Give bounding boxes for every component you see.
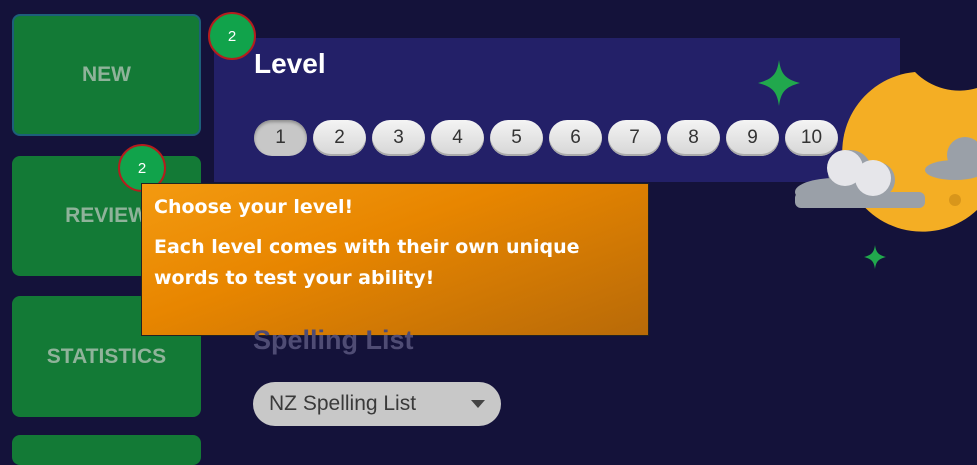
sidebar-item-label: NEW bbox=[82, 63, 131, 86]
level-button-8[interactable]: 8 bbox=[667, 120, 720, 156]
chevron-down-icon bbox=[471, 400, 485, 408]
select-value: NZ Spelling List bbox=[269, 392, 417, 415]
level-title: Level bbox=[254, 48, 326, 79]
level-button-9[interactable]: 9 bbox=[726, 120, 779, 156]
moon-cloud-illustration bbox=[795, 72, 977, 232]
level-button-5[interactable]: 5 bbox=[490, 120, 543, 156]
spelling-list-title: Spelling List bbox=[253, 325, 414, 355]
level-button-4[interactable]: 4 bbox=[431, 120, 484, 156]
level-button-3[interactable]: 3 bbox=[372, 120, 425, 156]
step-badge: 2 bbox=[208, 12, 256, 60]
level-button-2[interactable]: 2 bbox=[313, 120, 366, 156]
sidebar-item-label: REVIEW bbox=[65, 204, 148, 227]
sparkle-icon bbox=[758, 60, 800, 106]
tooltip-body: Each level comes with their own unique w… bbox=[154, 236, 580, 289]
sparkle-icon bbox=[864, 245, 886, 269]
sidebar-item-label: STATISTICS bbox=[46, 344, 167, 368]
level-button-6[interactable]: 6 bbox=[549, 120, 602, 156]
tooltip-heading: Choose your level! bbox=[154, 196, 354, 218]
sidebar-item-partial[interactable] bbox=[12, 435, 201, 465]
tutorial-tooltip: Choose your level! Each level comes with… bbox=[141, 183, 649, 336]
level-button-1[interactable]: 1 bbox=[254, 120, 307, 156]
level-button-7[interactable]: 7 bbox=[608, 120, 661, 156]
sidebar-item-new[interactable]: NEW bbox=[12, 14, 201, 136]
spelling-list-select[interactable]: NZ Spelling List bbox=[253, 382, 501, 426]
